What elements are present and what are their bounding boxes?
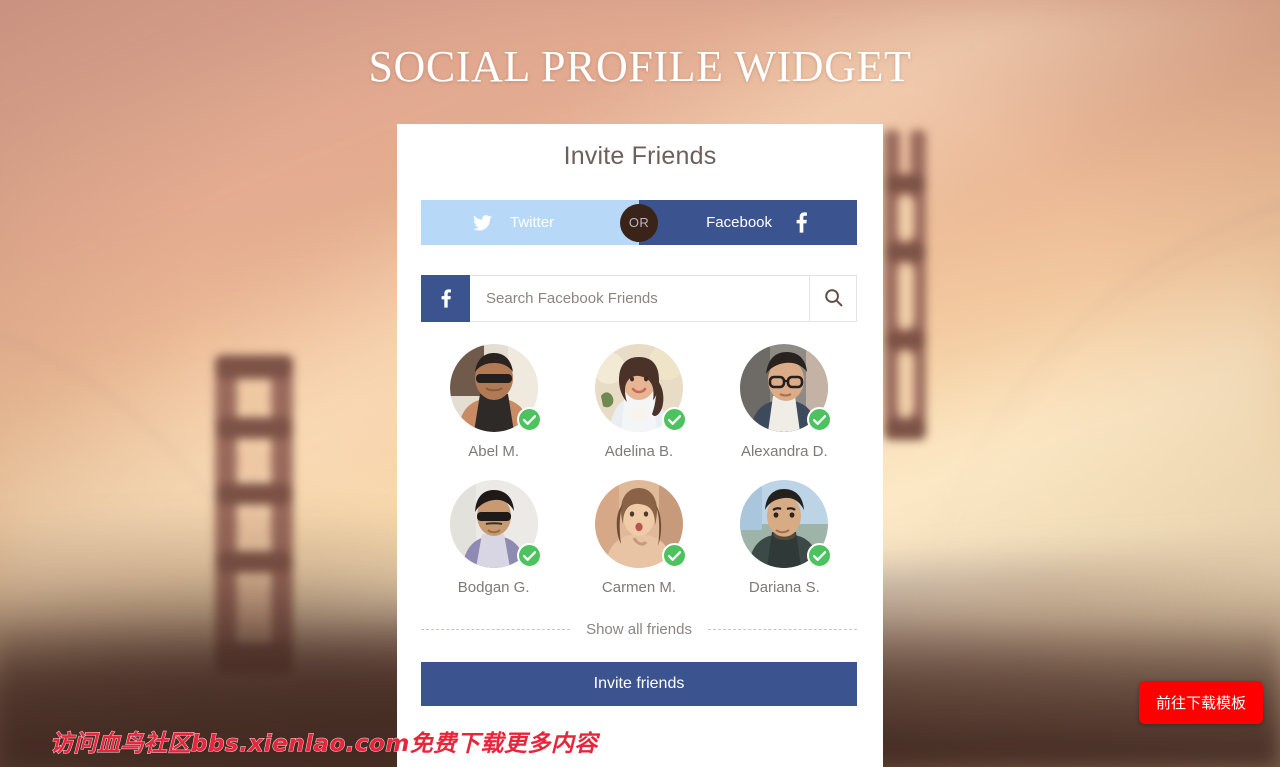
avatar-wrapper — [594, 480, 687, 568]
friend-name: Carmen M. — [601, 579, 677, 596]
show-all-friends-row: Show all friends — [421, 621, 858, 638]
search-button[interactable] — [809, 275, 857, 322]
check-icon — [516, 543, 542, 568]
divider-right — [707, 629, 858, 630]
friend-search-bar — [421, 275, 857, 322]
avatar-wrapper — [449, 480, 542, 568]
social-profile-widget-card: Invite Friends Twitter Facebook OR Searc… — [397, 124, 883, 767]
friend-name: Adelina B. — [604, 443, 674, 460]
check-icon — [661, 543, 687, 568]
download-template-button[interactable]: 前往下载模板 — [1138, 681, 1263, 724]
facebook-option[interactable]: Facebook — [639, 200, 857, 245]
avatar-wrapper — [740, 480, 833, 568]
friend-item[interactable]: Adelina B. — [566, 344, 711, 460]
facebook-f-icon — [796, 212, 807, 233]
friend-name: Dariana S. — [748, 579, 820, 596]
friend-name: Alexandra D. — [740, 443, 828, 460]
search-icon — [824, 288, 843, 310]
avatar-wrapper — [740, 344, 833, 432]
avatar-wrapper — [594, 344, 687, 432]
friend-item[interactable]: Carmen M. — [566, 480, 711, 596]
invite-friends-button[interactable]: Invite friends — [421, 662, 857, 706]
check-icon — [661, 407, 687, 432]
friend-name: Abel M. — [468, 443, 520, 460]
twitter-option[interactable]: Twitter — [421, 200, 639, 245]
friend-item[interactable]: Bodgan G. — [421, 480, 566, 596]
check-icon — [807, 407, 833, 432]
avatar-wrapper — [449, 344, 542, 432]
friend-item[interactable]: Alexandra D. — [712, 344, 857, 460]
friend-item[interactable]: Dariana S. — [712, 480, 857, 596]
card-heading: Invite Friends — [563, 142, 717, 170]
friend-item[interactable]: Abel M. — [421, 344, 566, 460]
facebook-label: Facebook — [706, 214, 772, 231]
page-title: SOCIAL PROFILE WIDGET — [368, 42, 912, 91]
site-watermark: 访问血鸟社区bbs.xienlao.com免费下载更多内容 — [50, 731, 598, 758]
or-separator-badge: OR — [620, 203, 658, 242]
check-icon — [807, 543, 833, 568]
twitter-label: Twitter — [510, 214, 555, 231]
social-network-toggle: Twitter Facebook OR — [421, 200, 857, 245]
friend-name: Bodgan G. — [457, 579, 530, 596]
friends-grid: Abel M. Adelina B. Alexandra D. Bodgan G… — [421, 344, 857, 596]
twitter-bird-icon — [473, 214, 492, 231]
check-icon — [516, 407, 542, 432]
search-input[interactable] — [470, 275, 809, 322]
show-all-friends-link[interactable]: Show all friends — [586, 621, 692, 638]
search-facebook-prefix-icon[interactable] — [421, 275, 470, 322]
divider-left — [421, 629, 571, 630]
